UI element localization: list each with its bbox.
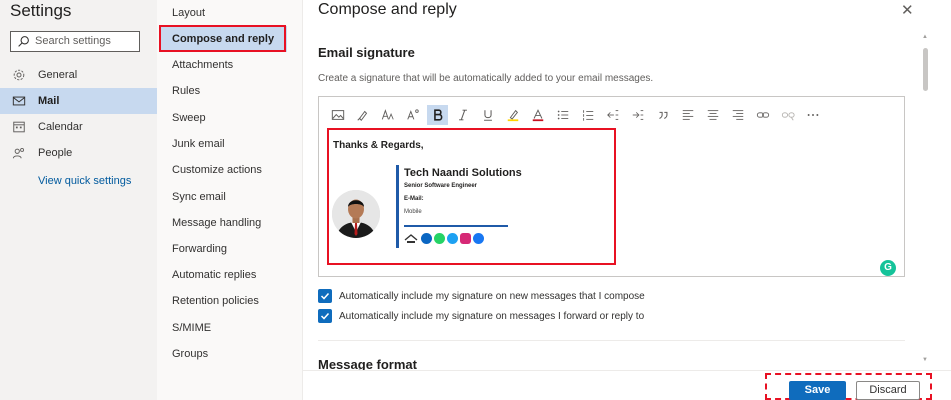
mail-nav-layout[interactable]: Layout [157,0,303,26]
company-logo-icon [404,234,418,243]
nav-item-people[interactable]: People [0,140,157,166]
close-icon[interactable]: ✕ [901,1,914,19]
mail-nav-automatic-replies[interactable]: Automatic replies [157,262,303,288]
mail-nav-forwarding[interactable]: Forwarding [157,236,303,262]
mail-nav-retention-policies[interactable]: Retention policies [157,288,303,314]
highlight-icon[interactable] [502,105,523,125]
numbering-icon[interactable] [577,105,598,125]
align-left-icon[interactable] [677,105,698,125]
more-options-icon[interactable] [802,105,823,125]
mail-nav-customize-actions[interactable]: Customize actions [157,157,303,183]
auto-include-reply-checkbox[interactable]: Automatically include my signature on me… [318,308,644,324]
section-divider [318,340,905,341]
quote-icon[interactable] [652,105,673,125]
nav-item-label: Mail [38,95,60,107]
decrease-indent-icon[interactable] [602,105,623,125]
signature-mobile-label: Mobile [404,209,422,215]
align-center-icon[interactable] [702,105,723,125]
twitter-icon[interactable] [447,233,458,244]
italic-icon[interactable] [452,105,473,125]
signature-email-label: E-Mail: [404,196,424,202]
insert-picture-icon[interactable] [327,105,348,125]
underline-icon[interactable] [477,105,498,125]
mail-nav-attachments[interactable]: Attachments [157,52,303,78]
signature-line [404,225,508,227]
email-signature-title: Email signature [318,45,415,60]
scroll-up-arrow-icon[interactable]: ▲ [922,34,928,40]
grammarly-icon[interactable]: G [880,260,896,276]
mail-nav-message-handling[interactable]: Message handling [157,210,303,236]
social-links [404,233,486,244]
font-color-icon[interactable] [527,105,548,125]
align-right-icon[interactable] [727,105,748,125]
settings-window: Settings Search settings General Mail Ca… [0,0,951,400]
mail-nav-groups[interactable]: Groups [157,341,303,367]
save-button[interactable]: Save [789,381,846,400]
signature-role: Senior Software Engineer [404,183,478,189]
nav-item-label: People [38,147,73,159]
superscript-icon[interactable] [402,105,423,125]
whatsapp-icon[interactable] [434,233,445,244]
settings-title: Settings [10,1,72,20]
profile-photo [332,190,380,238]
mail-nav-smime[interactable]: S/MIME [157,315,303,341]
signature-divider-bar [396,165,399,248]
scroll-down-arrow-icon[interactable]: ▼ [922,357,928,363]
signature-company: Tech Naandi Solutions [404,167,522,179]
gear-icon [13,69,25,81]
nav-item-general[interactable]: General [0,62,157,88]
settings-left-nav: Settings Search settings General Mail Ca… [0,0,157,400]
scrollbar-thumb[interactable] [923,48,928,91]
mail-nav-rules[interactable]: Rules [157,78,303,104]
mail-nav-sync-email[interactable]: Sync email [157,184,303,210]
nav-item-label: Calendar [38,121,83,133]
mail-icon [12,96,26,106]
formatting-toolbar [327,104,827,126]
people-icon [12,148,24,159]
mail-settings-nav: Layout Compose and reply Attachments Rul… [157,0,303,400]
checkbox-label: Automatically include my signature on ne… [339,290,645,302]
bold-icon[interactable] [427,105,448,125]
email-signature-description: Create a signature that will be automati… [318,73,654,84]
search-placeholder: Search settings [35,35,111,47]
linkedin-icon[interactable] [421,233,432,244]
nav-item-calendar[interactable]: Calendar [0,114,157,140]
view-quick-settings-link[interactable]: View quick settings [38,175,131,187]
checkbox-label: Automatically include my signature on me… [339,310,645,322]
facebook-icon[interactable] [473,233,484,244]
page-title: Compose and reply [318,1,457,18]
checkbox-checked-icon[interactable] [318,309,332,323]
nav-item-label: General [38,69,78,81]
search-input[interactable]: Search settings [10,31,140,52]
checkbox-checked-icon[interactable] [318,289,332,303]
signature-regards: Thanks & Regards, [333,140,424,151]
increase-indent-icon[interactable] [627,105,648,125]
auto-include-new-checkbox[interactable]: Automatically include my signature on ne… [318,288,645,304]
font-size-icon[interactable] [377,105,398,125]
mail-nav-sweep[interactable]: Sweep [157,105,303,131]
discard-button[interactable]: Discard [856,381,920,400]
calendar-icon [13,121,25,133]
link-icon[interactable] [752,105,773,125]
search-icon [18,36,29,47]
unlink-icon[interactable] [777,105,798,125]
nav-item-mail[interactable]: Mail [0,88,157,114]
format-painter-icon[interactable] [352,105,373,125]
compose-highlight-box [159,25,286,52]
bullets-icon[interactable] [552,105,573,125]
instagram-icon[interactable] [460,233,471,244]
mail-nav-junk-email[interactable]: Junk email [157,131,303,157]
